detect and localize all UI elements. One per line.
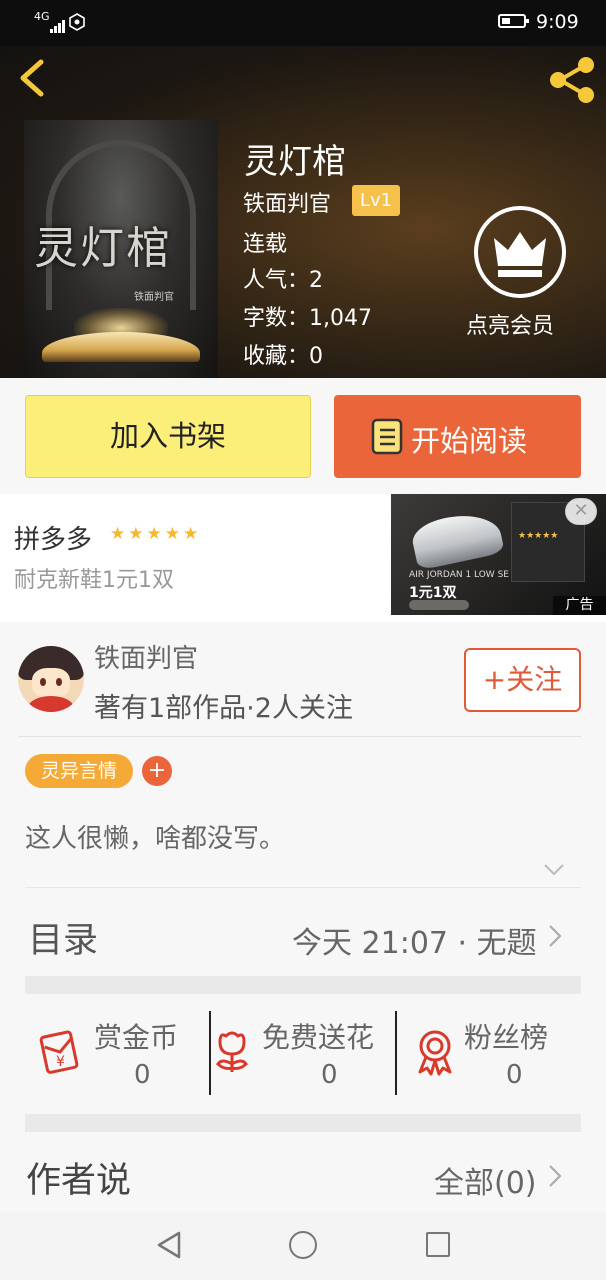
book-word-count: 字数：1,047 <box>243 306 372 331</box>
start-reading-button[interactable]: 开始阅读 <box>334 395 581 478</box>
ad-label: 广告 <box>553 596 606 615</box>
vip-button[interactable] <box>474 206 566 298</box>
reward-coins-count: 0 <box>134 1060 151 1090</box>
nav-recent-apps-icon[interactable] <box>426 1232 450 1257</box>
avatar[interactable] <box>18 646 84 712</box>
fan-ranking-button[interactable]: 粉丝榜 0 <box>412 1014 582 1096</box>
cover-open-book <box>42 332 200 362</box>
ad-image-price: 1元1双 <box>409 585 457 601</box>
author-card-name[interactable]: 铁面判官 <box>94 638 198 675</box>
status-bar: 4G 9:09 <box>0 0 606 46</box>
book-status: 连载 <box>243 232 288 257</box>
toc-latest-chapter[interactable]: 今天 21:07 · 无题 <box>292 918 537 962</box>
cover-title: 灵灯棺 <box>34 223 172 274</box>
back-button[interactable] <box>14 58 50 98</box>
author-says-label: 作者说 <box>26 1161 132 1201</box>
chevron-right-icon[interactable] <box>548 1164 562 1188</box>
nav-home-icon[interactable] <box>289 1231 317 1259</box>
ad-advertiser[interactable]: 拼多多 <box>14 519 92 556</box>
svg-text:¥: ¥ <box>56 1054 65 1070</box>
clock: 9:09 <box>536 11 579 33</box>
book-popularity: 人气：2 <box>243 268 323 293</box>
reward-coins-button[interactable]: ¥ 赏金币 0 <box>36 1014 196 1096</box>
book-favorites: 收藏：0 <box>243 344 323 369</box>
reward-coins-label: 赏金币 <box>94 1021 179 1054</box>
send-flower-button[interactable]: 免费送花 0 <box>212 1014 394 1096</box>
book-title: 灵灯棺 <box>244 142 346 182</box>
signal-icon <box>50 14 66 33</box>
send-flower-label: 免费送花 <box>262 1021 375 1054</box>
flower-icon <box>216 1031 248 1072</box>
cover-author: 铁面判官 <box>134 292 174 303</box>
chevron-right-icon[interactable] <box>548 924 562 948</box>
toc-label[interactable]: 目录 <box>28 912 98 963</box>
battery-icon <box>498 14 529 28</box>
ad-close-button[interactable]: ✕ <box>565 498 597 525</box>
follow-button[interactable]: +关注 <box>464 648 581 712</box>
author-card-description: 著有1部作品·2人关注 <box>94 693 353 724</box>
genre-tag[interactable]: 灵异言情 <box>25 754 133 788</box>
ad-rating-stars: ★★★★★ <box>110 524 202 544</box>
author-level-badge: Lv1 <box>352 185 400 216</box>
start-reading-label: 开始阅读 <box>411 424 528 458</box>
author-says-all[interactable]: 全部(0) <box>434 1158 537 1202</box>
book-author[interactable]: 铁面判官 <box>243 186 331 218</box>
ad-image-caption: AIR JORDAN 1 LOW SE <box>409 570 509 580</box>
book-cover[interactable]: 灵灯棺 铁面判官 <box>24 120 218 378</box>
share-button[interactable] <box>546 56 598 104</box>
send-flower-count: 0 <box>321 1060 338 1090</box>
ad-card-stars: ★★★★★ <box>518 531 559 541</box>
chevron-down-icon[interactable] <box>543 862 565 878</box>
divider <box>209 1011 211 1095</box>
author-bio: 这人很懒，啥都没写。 <box>25 824 286 854</box>
add-tag-button[interactable]: + <box>142 756 172 786</box>
fan-ranking-label: 粉丝榜 <box>464 1021 549 1054</box>
divider <box>18 736 581 737</box>
medal-icon <box>418 1030 452 1076</box>
hotspot-icon <box>69 13 85 31</box>
section-separator <box>25 1114 581 1132</box>
ad-image-button <box>409 600 469 610</box>
ad-description[interactable]: 耐克新鞋1元1双 <box>14 562 174 594</box>
section-separator <box>25 976 581 994</box>
vip-label[interactable]: 点亮会员 <box>466 308 554 340</box>
crown-icon <box>494 232 546 277</box>
book-icon <box>371 418 403 455</box>
red-envelope-icon: ¥ <box>39 1030 79 1074</box>
divider <box>25 887 581 888</box>
network-indicator: 4G <box>34 10 50 23</box>
sneaker-image <box>409 507 505 571</box>
fan-ranking-count: 0 <box>506 1060 523 1090</box>
nav-back-icon[interactable] <box>155 1230 183 1260</box>
add-to-shelf-button[interactable]: 加入书架 <box>25 395 311 478</box>
divider <box>395 1011 397 1095</box>
